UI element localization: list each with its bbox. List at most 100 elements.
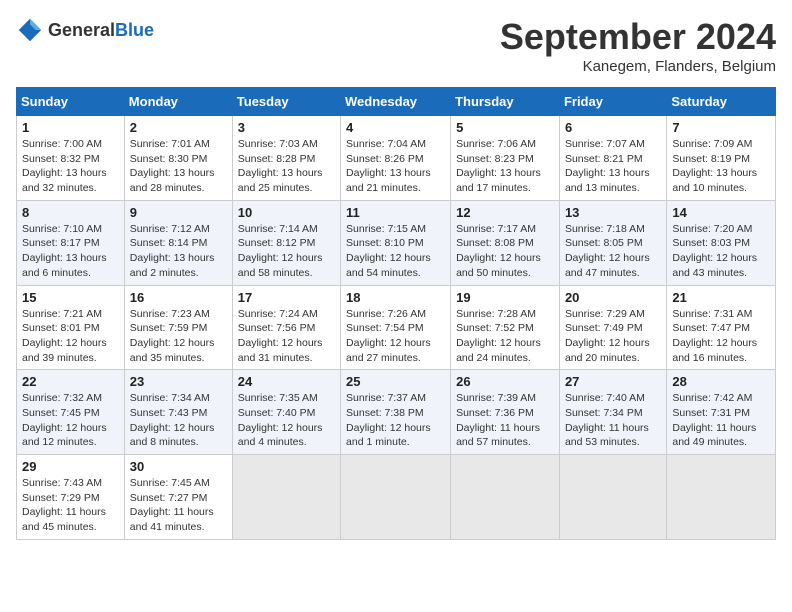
day-of-week-header: Friday (559, 88, 666, 116)
day-number: 24 (238, 374, 335, 389)
day-number: 12 (456, 205, 554, 220)
day-number: 7 (672, 120, 770, 135)
day-number: 26 (456, 374, 554, 389)
calendar-cell: 9Sunrise: 7:12 AMSunset: 8:14 PMDaylight… (124, 200, 232, 285)
day-number: 3 (238, 120, 335, 135)
cell-info: Sunrise: 7:07 AMSunset: 8:21 PMDaylight:… (565, 137, 661, 196)
calendar-table: SundayMondayTuesdayWednesdayThursdayFrid… (16, 87, 776, 540)
cell-info: Sunrise: 7:32 AMSunset: 7:45 PMDaylight:… (22, 391, 119, 450)
cell-info: Sunrise: 7:29 AMSunset: 7:49 PMDaylight:… (565, 307, 661, 366)
cell-info: Sunrise: 7:28 AMSunset: 7:52 PMDaylight:… (456, 307, 554, 366)
cell-info: Sunrise: 7:06 AMSunset: 8:23 PMDaylight:… (456, 137, 554, 196)
calendar-week-row: 22 Sunrise: 7:32 AMSunset: 7:45 PMDayligh… (17, 370, 776, 455)
day-number: 28 (672, 374, 770, 389)
cell-info: Sunrise: 7:40 AMSunset: 7:34 PMDaylight:… (565, 391, 661, 450)
cell-info: Sunrise: 7:45 AMSunset: 7:27 PMDaylight:… (130, 476, 227, 535)
day-of-week-header: Wednesday (341, 88, 451, 116)
calendar-cell: 14 Sunrise: 7:20 AMSunset: 8:03 PMDayligh… (667, 200, 776, 285)
calendar-week-row: 1Sunrise: 7:00 AMSunset: 8:32 PMDaylight… (17, 116, 776, 201)
calendar-cell: 1Sunrise: 7:00 AMSunset: 8:32 PMDaylight… (17, 116, 125, 201)
cell-info: Sunrise: 7:24 AMSunset: 7:56 PMDaylight:… (238, 307, 335, 366)
calendar-cell: 30 Sunrise: 7:45 AMSunset: 7:27 PMDayligh… (124, 455, 232, 540)
cell-info: Sunrise: 7:21 AMSunset: 8:01 PMDaylight:… (22, 307, 119, 366)
cell-info: Sunrise: 7:00 AMSunset: 8:32 PMDaylight:… (22, 137, 119, 196)
cell-info: Sunrise: 7:42 AMSunset: 7:31 PMDaylight:… (672, 391, 770, 450)
calendar-week-row: 8Sunrise: 7:10 AMSunset: 8:17 PMDaylight… (17, 200, 776, 285)
day-of-week-header: Monday (124, 88, 232, 116)
calendar-cell: 27Sunrise: 7:40 AMSunset: 7:34 PMDayligh… (559, 370, 666, 455)
day-of-week-header: Tuesday (232, 88, 340, 116)
day-number: 14 (672, 205, 770, 220)
day-of-week-header: Sunday (17, 88, 125, 116)
calendar-cell: 3 Sunrise: 7:03 AMSunset: 8:28 PMDaylight… (232, 116, 340, 201)
day-number: 23 (130, 374, 227, 389)
logo: GeneralBlue (16, 16, 154, 44)
logo-icon (16, 16, 44, 44)
day-number: 22 (22, 374, 119, 389)
calendar-cell: 18 Sunrise: 7:26 AMSunset: 7:54 PMDayligh… (341, 285, 451, 370)
day-number: 4 (346, 120, 445, 135)
calendar-cell (559, 455, 666, 540)
cell-info: Sunrise: 7:37 AMSunset: 7:38 PMDaylight:… (346, 391, 445, 450)
calendar-cell: 10Sunrise: 7:14 AMSunset: 8:12 PMDayligh… (232, 200, 340, 285)
calendar-cell: 29 Sunrise: 7:43 AMSunset: 7:29 PMDayligh… (17, 455, 125, 540)
day-number: 5 (456, 120, 554, 135)
day-number: 16 (130, 290, 227, 305)
calendar-cell: 28 Sunrise: 7:42 AMSunset: 7:31 PMDayligh… (667, 370, 776, 455)
cell-info: Sunrise: 7:17 AMSunset: 8:08 PMDaylight:… (456, 222, 554, 281)
cell-info: Sunrise: 7:01 AMSunset: 8:30 PMDaylight:… (130, 137, 227, 196)
day-number: 21 (672, 290, 770, 305)
cell-info: Sunrise: 7:31 AMSunset: 7:47 PMDaylight:… (672, 307, 770, 366)
day-number: 17 (238, 290, 335, 305)
cell-info: Sunrise: 7:03 AMSunset: 8:28 PMDaylight:… (238, 137, 335, 196)
day-number: 13 (565, 205, 661, 220)
day-number: 6 (565, 120, 661, 135)
cell-info: Sunrise: 7:43 AMSunset: 7:29 PMDaylight:… (22, 476, 119, 535)
calendar-cell: 13Sunrise: 7:18 AMSunset: 8:05 PMDayligh… (559, 200, 666, 285)
calendar-cell (341, 455, 451, 540)
day-number: 30 (130, 459, 227, 474)
location: Kanegem, Flanders, Belgium (500, 58, 776, 75)
calendar-cell: 5 Sunrise: 7:06 AMSunset: 8:23 PMDaylight… (451, 116, 560, 201)
calendar-week-row: 29 Sunrise: 7:43 AMSunset: 7:29 PMDayligh… (17, 455, 776, 540)
cell-info: Sunrise: 7:23 AMSunset: 7:59 PMDaylight:… (130, 307, 227, 366)
calendar-cell (451, 455, 560, 540)
day-number: 18 (346, 290, 445, 305)
day-number: 20 (565, 290, 661, 305)
calendar-cell: 22 Sunrise: 7:32 AMSunset: 7:45 PMDayligh… (17, 370, 125, 455)
page-header: GeneralBlue September 2024 Kanegem, Flan… (16, 16, 776, 75)
logo-general: General (48, 20, 115, 40)
month-title: September 2024 (500, 16, 776, 58)
cell-info: Sunrise: 7:09 AMSunset: 8:19 PMDaylight:… (672, 137, 770, 196)
logo-text: GeneralBlue (48, 20, 154, 41)
day-number: 25 (346, 374, 445, 389)
cell-info: Sunrise: 7:35 AMSunset: 7:40 PMDaylight:… (238, 391, 335, 450)
calendar-cell: 21 Sunrise: 7:31 AMSunset: 7:47 PMDayligh… (667, 285, 776, 370)
cell-info: Sunrise: 7:15 AMSunset: 8:10 PMDaylight:… (346, 222, 445, 281)
day-number: 11 (346, 205, 445, 220)
calendar-cell: 8Sunrise: 7:10 AMSunset: 8:17 PMDaylight… (17, 200, 125, 285)
cell-info: Sunrise: 7:39 AMSunset: 7:36 PMDaylight:… (456, 391, 554, 450)
calendar-cell: 25 Sunrise: 7:37 AMSunset: 7:38 PMDayligh… (341, 370, 451, 455)
calendar-cell: 6 Sunrise: 7:07 AMSunset: 8:21 PMDaylight… (559, 116, 666, 201)
calendar-header-row: SundayMondayTuesdayWednesdayThursdayFrid… (17, 88, 776, 116)
calendar-cell: 7 Sunrise: 7:09 AMSunset: 8:19 PMDaylight… (667, 116, 776, 201)
calendar-cell: 20 Sunrise: 7:29 AMSunset: 7:49 PMDayligh… (559, 285, 666, 370)
cell-info: Sunrise: 7:34 AMSunset: 7:43 PMDaylight:… (130, 391, 227, 450)
calendar-cell (232, 455, 340, 540)
cell-info: Sunrise: 7:12 AMSunset: 8:14 PMDaylight:… (130, 222, 227, 281)
cell-info: Sunrise: 7:04 AMSunset: 8:26 PMDaylight:… (346, 137, 445, 196)
cell-info: Sunrise: 7:26 AMSunset: 7:54 PMDaylight:… (346, 307, 445, 366)
day-number: 19 (456, 290, 554, 305)
cell-info: Sunrise: 7:20 AMSunset: 8:03 PMDaylight:… (672, 222, 770, 281)
calendar-cell (667, 455, 776, 540)
calendar-cell: 23 Sunrise: 7:34 AMSunset: 7:43 PMDayligh… (124, 370, 232, 455)
day-number: 29 (22, 459, 119, 474)
calendar-cell: 17 Sunrise: 7:24 AMSunset: 7:56 PMDayligh… (232, 285, 340, 370)
day-number: 2 (130, 120, 227, 135)
day-number: 10 (238, 205, 335, 220)
day-of-week-header: Saturday (667, 88, 776, 116)
calendar-cell: 12 Sunrise: 7:17 AMSunset: 8:08 PMDayligh… (451, 200, 560, 285)
day-number: 8 (22, 205, 119, 220)
logo-blue: Blue (115, 20, 154, 40)
